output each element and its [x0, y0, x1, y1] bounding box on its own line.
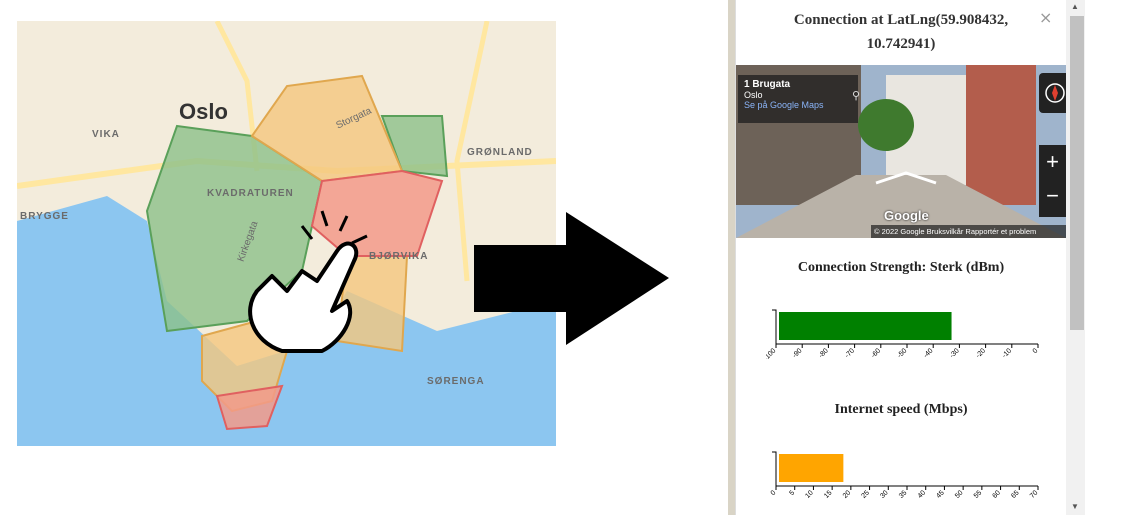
connection-strength-title: Connection Strength: Sterk (dBm) [797, 260, 1005, 275]
speed-tick-label: 30 [879, 489, 890, 500]
connection-strength-chart: -100 -90 -80 -70 -60 -50 -40 -30 -20 -10 0 [766, 309, 1040, 362]
google-maps-link[interactable]: Se på Google Maps [744, 100, 852, 110]
district-label-vika: VIKA [92, 129, 120, 140]
speed-tick-label: 35 [898, 489, 909, 500]
city-label: Oslo [179, 99, 228, 124]
speed-tick-label: 55 [973, 489, 984, 500]
strength-tick-label: -60 [870, 347, 882, 359]
strength-tick-label: 0 [1032, 347, 1040, 355]
speed-tick-label: 70 [1029, 489, 1040, 500]
street-view-info-box: 1 Brugata Oslo Se på Google Maps [738, 75, 858, 123]
strength-tick-label: -10 [1001, 347, 1013, 359]
speed-tick-label: 65 [1010, 489, 1021, 500]
location-pin-icon: ⚲ [852, 90, 861, 102]
strength-tick-label: -70 [844, 347, 856, 359]
street-view-address: 1 Brugata [744, 79, 791, 90]
district-label-bjorvika: BJØRVIKA [369, 251, 429, 262]
speed-tick-label: 50 [954, 489, 965, 500]
internet-speed-title: Internet speed (Mbps) [834, 402, 968, 417]
zoom-controls: + − [1039, 145, 1066, 217]
google-logo: Google [884, 208, 929, 223]
district-label-sorenga: SØRENGA [427, 376, 485, 387]
strength-tick-label: -50 [896, 347, 908, 359]
strength-tick-label: -20 [975, 347, 987, 359]
zoom-in-button[interactable]: + [1039, 145, 1066, 179]
strength-tick-label: -90 [792, 347, 804, 359]
speed-tick-label: 40 [917, 489, 928, 500]
scroll-thumb[interactable] [1070, 16, 1084, 330]
speed-tick-label: 5 [788, 489, 796, 497]
speed-tick-label: 25 [861, 489, 872, 500]
internet-speed-chart: 0 5 10 15 20 25 30 35 40 45 50 55 60 65 70 [770, 451, 1040, 500]
street-view-panel[interactable]: 1 Brugata Oslo Se på Google Maps ⚲ + − G… [736, 65, 1066, 238]
scroll-up-icon[interactable]: ▲ [1071, 2, 1079, 11]
screenshot-stage: Oslo VIKA KVADRATUREN GRØNLAND BRYGGE BJ… [0, 0, 1122, 527]
speed-tick-label: 0 [770, 489, 778, 497]
speed-tick-label: 60 [992, 489, 1003, 500]
zoom-out-button[interactable]: − [1039, 179, 1066, 213]
connection-popup: Connection at LatLng(59.908432, 10.74294… [735, 0, 1085, 515]
street-view-footer: © 2022 Google Bruksvilkår Rapportér et p… [871, 225, 1066, 238]
scroll-down-icon[interactable]: ▼ [1071, 502, 1079, 511]
popup-title-line2: 10.742941) [866, 36, 936, 52]
popup-scrollbar[interactable]: ▲ ▼ [1066, 0, 1085, 515]
district-label-gronland: GRØNLAND [467, 147, 533, 158]
strength-bar [779, 312, 952, 340]
speed-y-axis [772, 451, 777, 486]
speed-tick-label: 20 [842, 489, 853, 500]
close-icon[interactable]: × [1039, 8, 1052, 27]
district-label-kvadraturen: KVADRATUREN [207, 188, 294, 199]
popup-title-line1: Connection at LatLng(59.908432, [793, 12, 1009, 28]
popup-title: Connection at LatLng(59.908432, 10.74294… [736, 0, 1066, 65]
speed-bar [779, 454, 844, 482]
district-label-brygge: BRYGGE [20, 211, 69, 222]
speed-tick-label: 45 [935, 489, 946, 500]
right-arrow-icon [474, 212, 669, 345]
strength-tick-label: -80 [818, 347, 830, 359]
strength-tick-label: -40 [923, 347, 935, 359]
strength-tick-label: -30 [949, 347, 961, 359]
street-view-city: Oslo [744, 90, 763, 100]
strength-tick-label: -100 [766, 347, 777, 362]
speed-tick-label: 15 [823, 489, 834, 500]
speed-tick-label: 10 [804, 489, 815, 500]
zone-red[interactable] [310, 169, 444, 257]
strength-y-axis [772, 309, 777, 344]
compass-icon[interactable] [1039, 73, 1066, 113]
